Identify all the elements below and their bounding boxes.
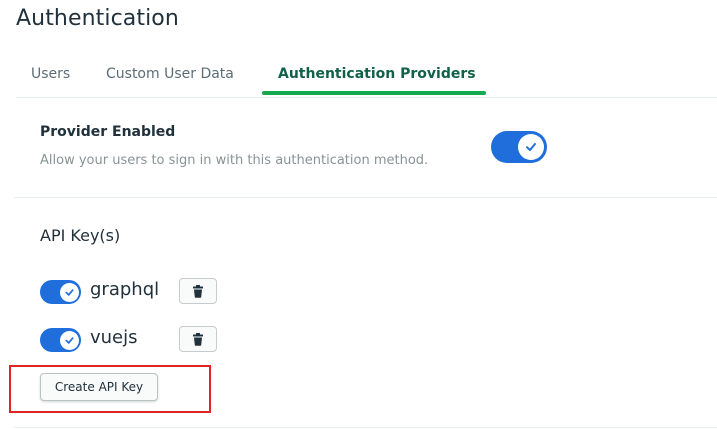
tab-users[interactable]: Users	[31, 66, 70, 82]
api-key-name: vuejs	[90, 327, 138, 348]
section-divider	[14, 427, 717, 428]
delete-api-key-button[interactable]	[179, 326, 217, 352]
check-icon	[64, 336, 74, 344]
check-icon	[526, 143, 536, 151]
toggle-knob	[59, 330, 79, 350]
api-key-name: graphql	[90, 279, 160, 300]
toggle-knob	[518, 134, 544, 160]
trash-icon	[193, 284, 203, 298]
provider-enabled-toggle[interactable]	[491, 131, 547, 163]
tab-authentication-providers[interactable]: Authentication Providers	[278, 66, 476, 82]
provider-enabled-title: Provider Enabled	[40, 124, 176, 140]
tab-custom-user-data[interactable]: Custom User Data	[106, 66, 234, 82]
check-icon	[64, 288, 74, 296]
tab-bar: Users Custom User Data Authentication Pr…	[16, 62, 717, 98]
authentication-page: Authentication Users Custom User Data Au…	[0, 0, 717, 429]
toggle-knob	[59, 282, 79, 302]
delete-api-key-button[interactable]	[179, 278, 217, 304]
provider-enabled-description: Allow your users to sign in with this au…	[40, 153, 429, 168]
active-tab-indicator	[262, 91, 486, 95]
page-title: Authentication	[16, 6, 179, 31]
api-key-toggle[interactable]	[40, 328, 81, 352]
trash-icon	[193, 332, 203, 346]
section-divider	[14, 197, 717, 198]
api-key-toggle[interactable]	[40, 280, 81, 304]
create-api-key-button[interactable]: Create API Key	[40, 373, 158, 401]
api-keys-title: API Key(s)	[40, 226, 121, 245]
